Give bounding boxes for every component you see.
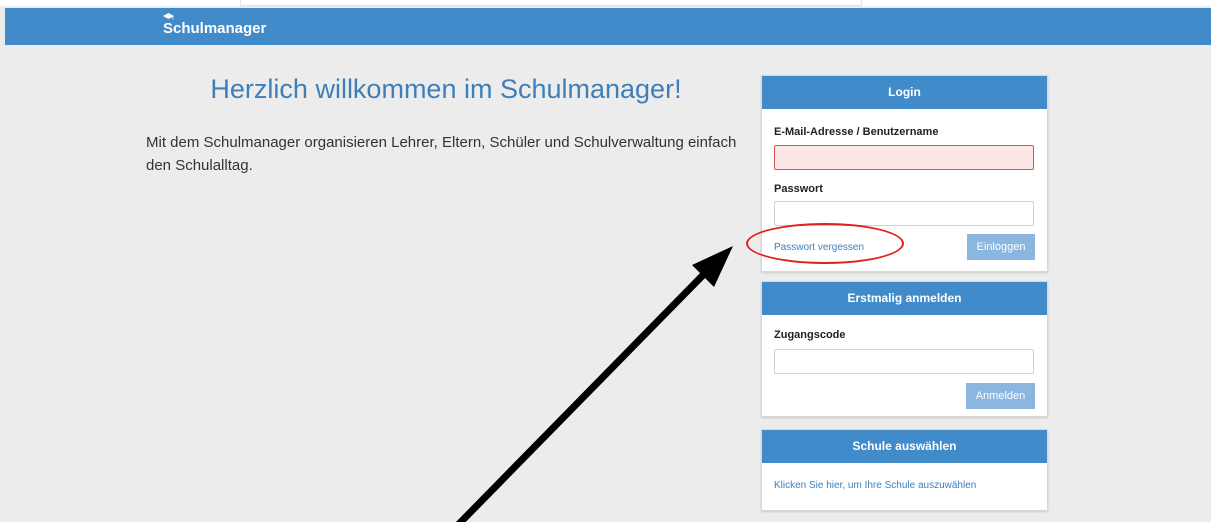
annotation-arrow: [455, 246, 733, 522]
